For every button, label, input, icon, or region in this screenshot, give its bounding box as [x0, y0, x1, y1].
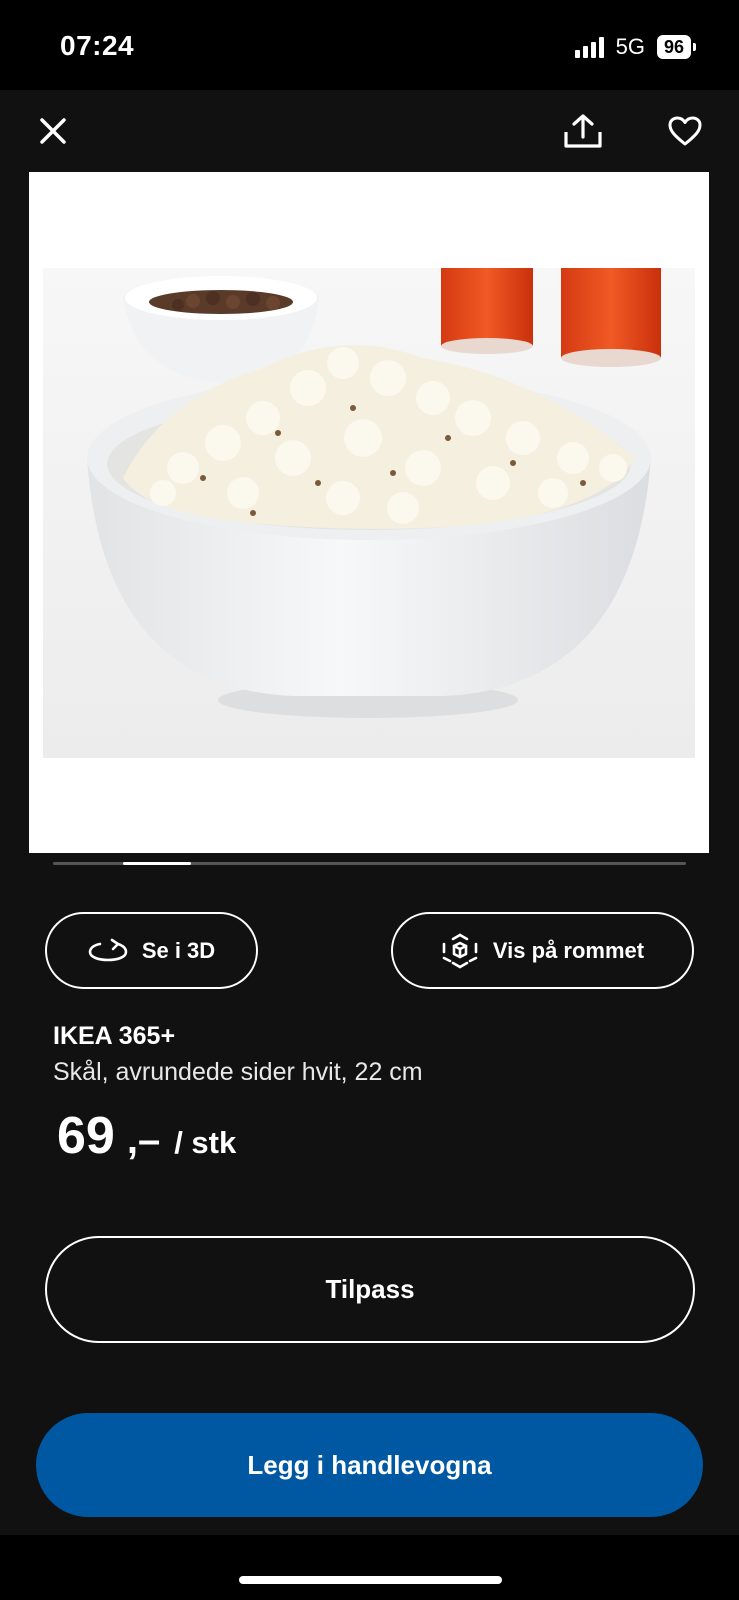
add-to-cart-label: Legg i handlevogna: [247, 1449, 492, 1480]
product-price: 69 ,– / stk: [57, 1106, 236, 1166]
network-type: 5G: [615, 34, 645, 59]
view-3d-label: Se i 3D: [141, 937, 216, 963]
view-in-room-label: Vis på rommet: [492, 937, 645, 963]
share-button[interactable]: [558, 106, 608, 156]
close-icon: [40, 118, 66, 144]
share-icon: [564, 114, 602, 148]
customize-button[interactable]: Tilpass: [45, 1236, 695, 1343]
status-indicators: 5G 96: [574, 34, 697, 60]
close-button[interactable]: [28, 106, 78, 156]
carousel-active-segment: [123, 862, 191, 865]
heart-icon: [668, 116, 702, 146]
rotate-3d-icon: [88, 938, 128, 961]
customize-label: Tilpass: [325, 1274, 415, 1304]
status-bar: 07:24 5G 96: [0, 0, 739, 90]
top-bar: [0, 90, 739, 172]
product-description: Skål, avrundede sider hvit, 22 cm: [53, 1058, 423, 1086]
price-integer: 69: [57, 1107, 115, 1165]
product-image: [43, 268, 695, 758]
battery-indicator: 96: [656, 35, 697, 59]
view-3d-button[interactable]: Se i 3D: [45, 912, 258, 989]
price-unit: / stk: [174, 1125, 237, 1160]
ar-cube-icon: [442, 933, 478, 968]
home-bar-area: [0, 1535, 739, 1600]
view-in-room-button[interactable]: Vis på rommet: [391, 912, 694, 989]
price-decimal: ,–: [126, 1118, 161, 1162]
product-image-frame[interactable]: [29, 172, 709, 853]
favorite-button[interactable]: [660, 106, 710, 156]
image-carousel-indicator: [53, 862, 686, 865]
add-to-cart-button[interactable]: Legg i handlevogna: [36, 1413, 703, 1517]
status-time: 07:24: [60, 30, 135, 61]
signal-icon: [574, 36, 604, 58]
home-indicator[interactable]: [239, 1576, 502, 1584]
product-brand: IKEA 365+: [53, 1022, 176, 1050]
